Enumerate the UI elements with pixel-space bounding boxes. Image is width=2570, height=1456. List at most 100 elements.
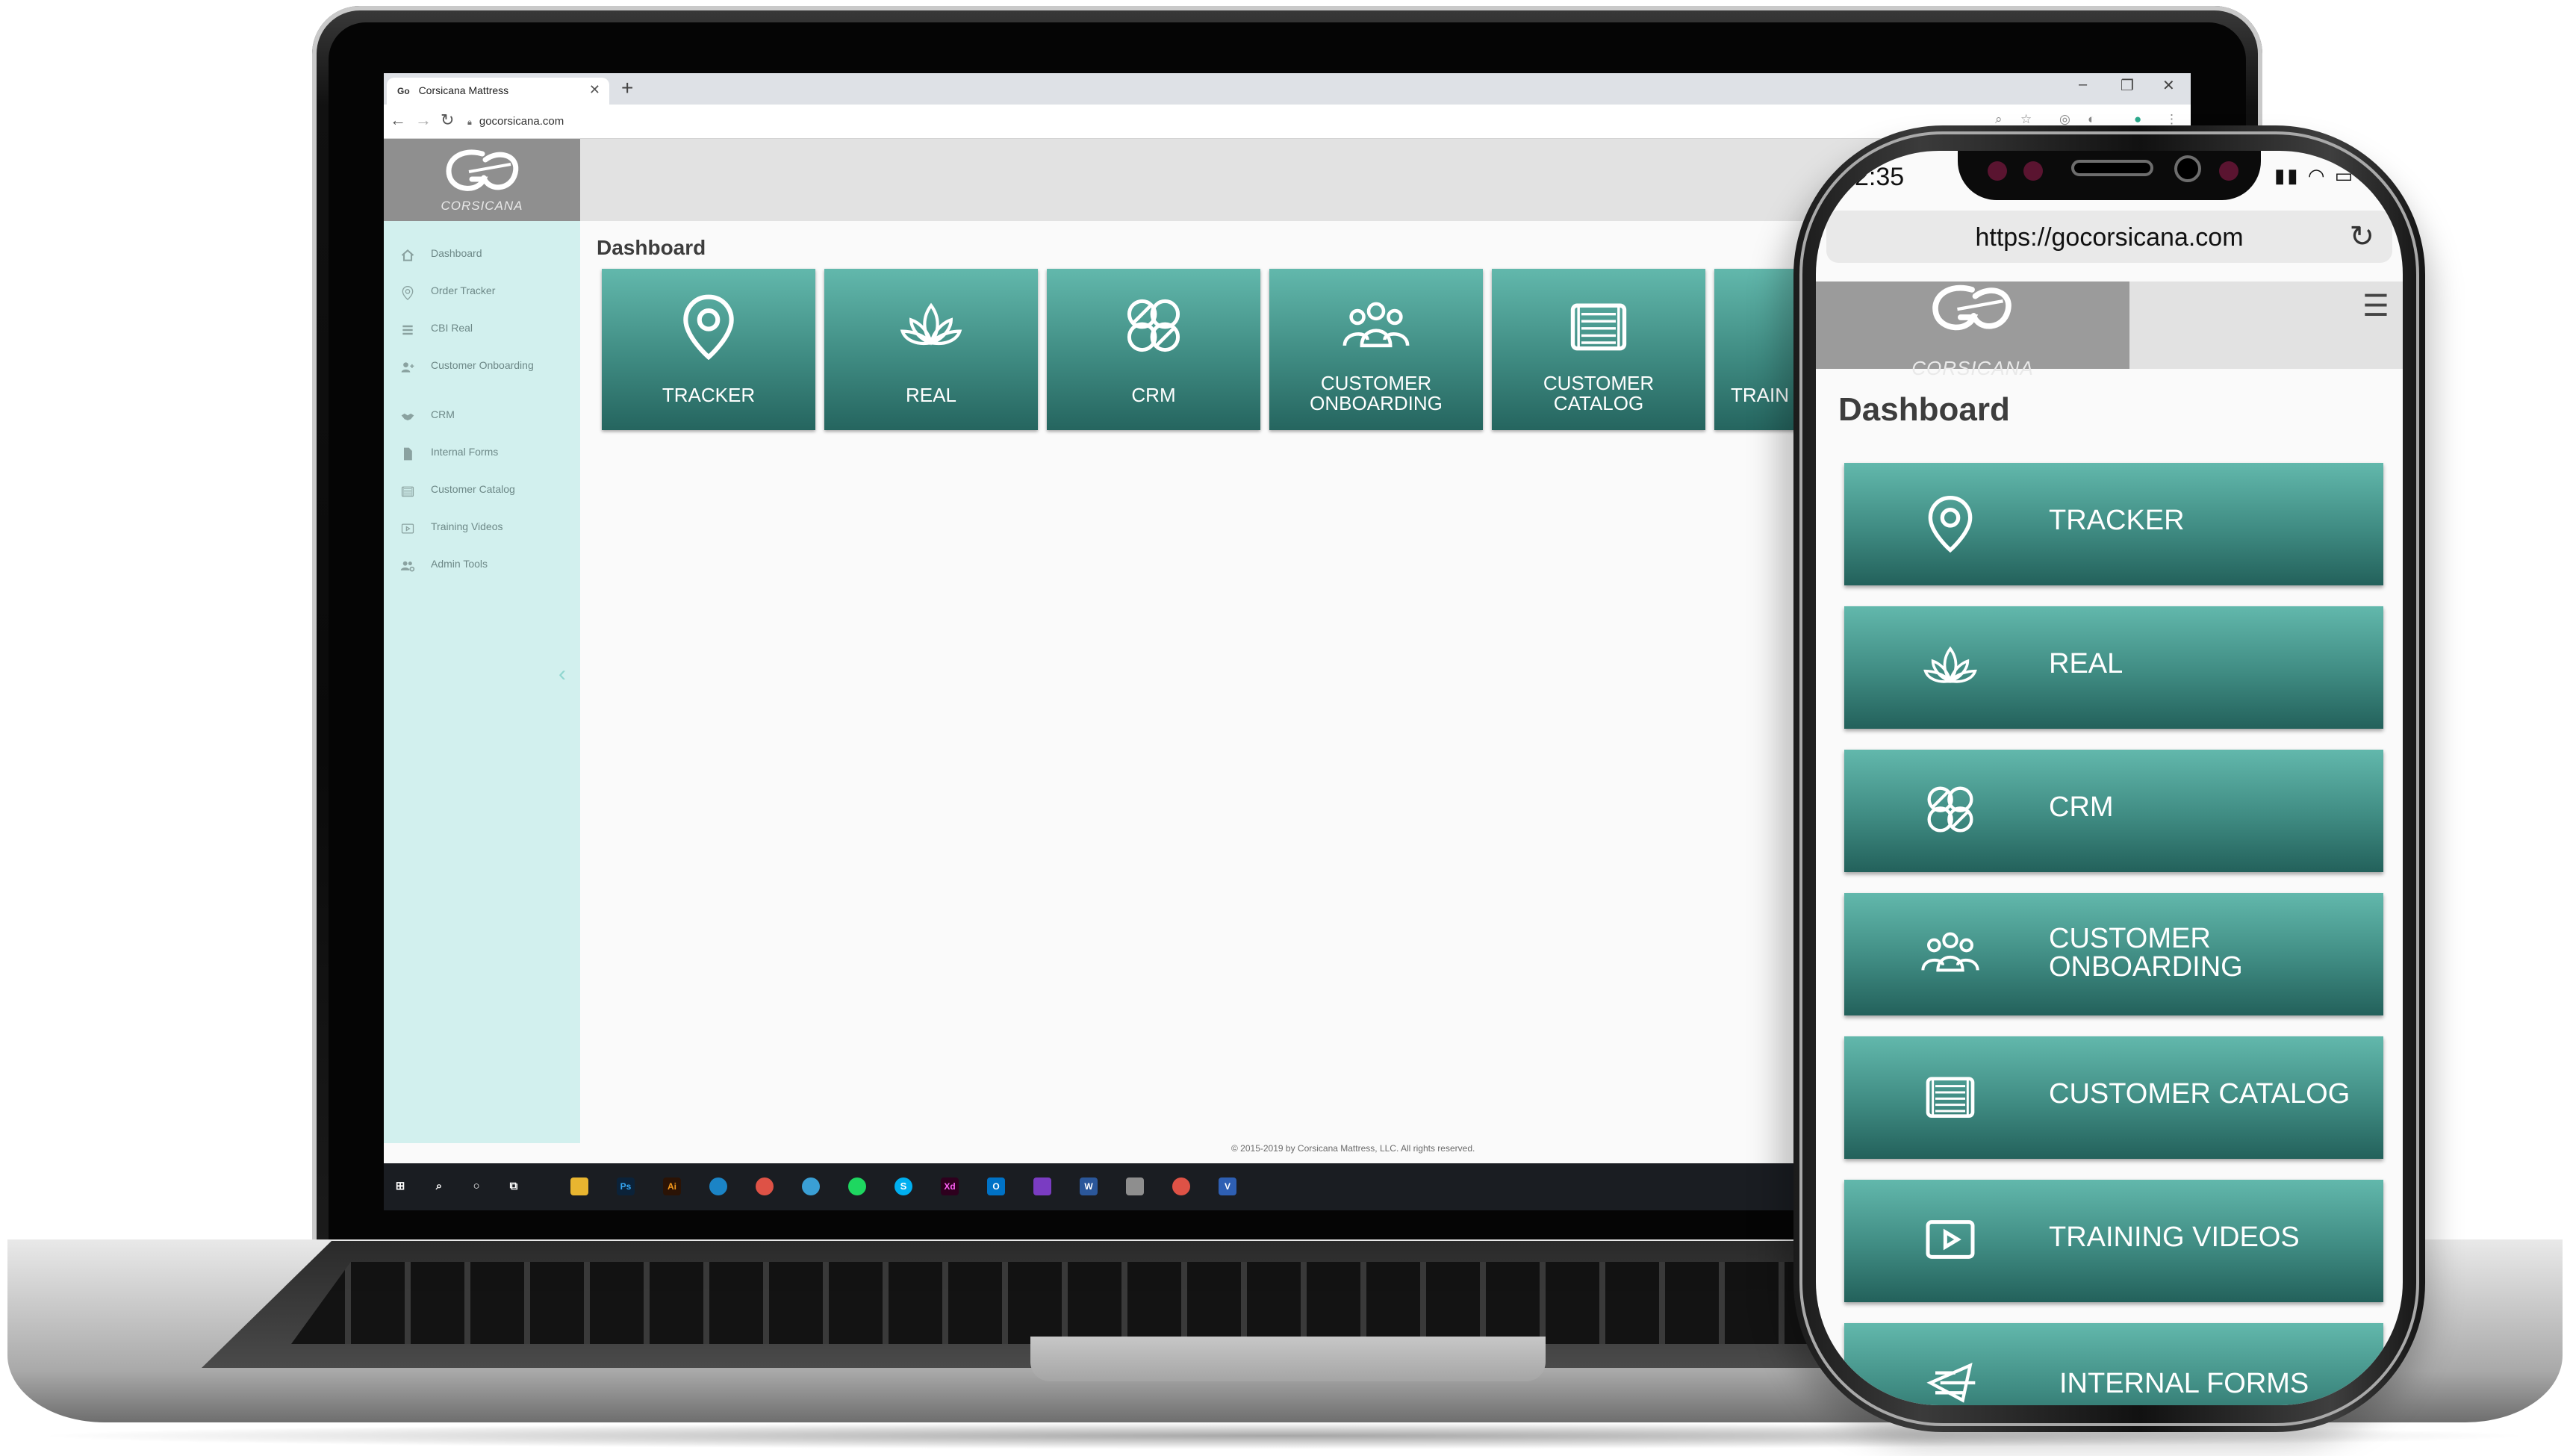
phone-url-bar[interactable]: https://gocorsicana.com ↻	[1826, 211, 2392, 263]
spotify-icon[interactable]	[848, 1177, 866, 1195]
sidebar-item-training-videos[interactable]: Training Videos	[384, 512, 580, 545]
crm-circles-icon	[1927, 786, 1973, 833]
phone-status-icons: ▮▮ ◠ ▭	[2274, 164, 2356, 187]
phone-url-text: https://gocorsicana.com	[1975, 223, 2244, 252]
sidebar-item-label: Internal Forms	[431, 446, 499, 458]
user-plus-icon	[399, 360, 417, 379]
phone-tile-customer-onboarding[interactable]: CUSTOMER ONBOARDING	[1844, 893, 2383, 1015]
phone-screen: 2:35 ▮▮ ◠ ▭ https://gocorsicana.com ↻ CO…	[1816, 151, 2403, 1405]
phone-tile-crm[interactable]: CRM	[1844, 750, 2383, 872]
sidebar-item-label: CRM	[431, 408, 455, 420]
logo[interactable]: CORSICANA	[384, 139, 580, 221]
outlook-icon[interactable]: O	[987, 1177, 1005, 1195]
tile-customer-onboarding[interactable]: CUSTOMER ONBOARDING	[1269, 269, 1483, 430]
phone-logo-text: CORSICANA	[1911, 357, 2034, 379]
back-icon[interactable]: ←	[390, 111, 406, 130]
reload-icon[interactable]: ↻	[2349, 220, 2374, 254]
collapse-sidebar-icon[interactable]: ‹	[559, 662, 566, 687]
file-icon	[399, 447, 417, 465]
sidebar-item-label: CBI Real	[431, 322, 473, 334]
chrome-icon[interactable]	[756, 1177, 774, 1195]
tile-real[interactable]: REAL	[824, 269, 1038, 430]
zoom-icon[interactable]: ⌕	[1995, 112, 2003, 127]
tile-label: CUSTOMER CATALOG	[1543, 372, 1655, 414]
minimize-icon[interactable]: –	[2079, 76, 2087, 93]
sidebar-item-label: Dashboard	[431, 247, 482, 259]
sidebar-item-customer-onboarding[interactable]: Customer Onboarding	[384, 351, 580, 384]
logo-text: CORSICANA	[441, 199, 523, 213]
star-icon[interactable]: ☆	[2020, 112, 2032, 127]
map-pin-icon	[399, 285, 417, 304]
more-menu-icon[interactable]: ⋮	[2165, 112, 2178, 127]
tile-crm[interactable]: CRM	[1047, 269, 1260, 430]
url-text: gocorsicana.com	[479, 115, 564, 128]
phone-tile-tracker[interactable]: TRACKER	[1844, 463, 2383, 585]
tile-label: CRM	[1131, 384, 1176, 406]
sidebar: CORSICANA Dashboard Order Tracker CBI Real…	[384, 139, 580, 1143]
browser-tab-bar: Go Corsicana Mattress ✕ + – ❐ ✕	[384, 73, 2191, 105]
reload-icon[interactable]: ↻	[441, 111, 454, 130]
sensor-dot	[2023, 161, 2043, 181]
app2-icon[interactable]	[1033, 1177, 1051, 1195]
phone-tile-label: CUSTOMER CATALOG	[2049, 1078, 2350, 1110]
phone-tile-internal-forms[interactable]: INTERNAL FORMS	[1844, 1323, 2383, 1405]
phone-tile-real[interactable]: REAL	[1844, 606, 2383, 729]
extension-icon[interactable]: ◎	[2059, 112, 2070, 127]
phone-tile-training-videos[interactable]: TRAINING VIDEOS	[1844, 1180, 2383, 1302]
phone-tile-customer-catalog[interactable]: CUSTOMER CATALOG	[1844, 1036, 2383, 1159]
profile-icon[interactable]: ●	[2134, 112, 2141, 127]
sidebar-item-cbi-real[interactable]: CBI Real	[384, 314, 580, 346]
word-icon[interactable]: W	[1080, 1177, 1098, 1195]
maximize-icon[interactable]: ❐	[2121, 76, 2134, 95]
extension2-icon[interactable]: ◐	[2088, 112, 2095, 127]
video-icon	[1926, 1220, 1975, 1259]
sidebar-item-customer-catalog[interactable]: Customer Catalog	[384, 475, 580, 508]
sensor-dot	[2219, 161, 2238, 181]
visio-icon[interactable]: V	[1219, 1177, 1236, 1195]
tile-tracker[interactable]: TRACKER	[602, 269, 815, 430]
camera-icon	[2174, 155, 2201, 182]
hamburger-menu-icon[interactable]: ☰	[2362, 289, 2389, 323]
catalog-icon	[1570, 303, 1627, 351]
chrome2-icon[interactable]	[1172, 1177, 1190, 1195]
sidebar-item-internal-forms[interactable]: Internal Forms	[384, 438, 580, 470]
url-field[interactable]: 🔒︎ gocorsicana.com	[467, 111, 1961, 133]
skype-icon[interactable]: S	[894, 1177, 912, 1195]
video-icon	[399, 521, 417, 540]
sidebar-item-admin-tools[interactable]: Admin Tools	[384, 550, 580, 582]
task-view-icon[interactable]: ⧉	[505, 1177, 523, 1195]
sidebar-item-dashboard[interactable]: Dashboard	[384, 239, 580, 272]
tab-title: Corsicana Mattress	[418, 84, 509, 96]
browser-tab[interactable]: Go Corsicana Mattress ✕	[387, 78, 609, 105]
search-icon[interactable]: ⌕	[430, 1177, 448, 1195]
corsicana-logo-icon	[1932, 284, 2011, 331]
windows-start-icon[interactable]: ⊞	[391, 1177, 409, 1195]
tile-customer-catalog[interactable]: CUSTOMER CATALOG	[1492, 269, 1705, 430]
sidebar-item-crm[interactable]: CRM	[384, 400, 580, 433]
close-tab-icon[interactable]: ✕	[589, 82, 600, 98]
cortana-icon[interactable]: ○	[467, 1177, 485, 1195]
phone-logo[interactable]	[1816, 281, 2129, 369]
adobe-xd-icon[interactable]: Xd	[941, 1177, 959, 1195]
device-mockup: Go Corsicana Mattress ✕ + – ❐ ✕ ← → ↻ 🔒︎…	[0, 0, 2570, 1456]
photoshop-icon[interactable]: Ps	[617, 1177, 635, 1195]
users-gear-icon	[399, 559, 417, 577]
app3-icon[interactable]	[1126, 1177, 1144, 1195]
forward-icon[interactable]: →	[415, 111, 432, 130]
file-explorer-icon[interactable]	[570, 1177, 588, 1195]
phone-tile-label: CRM	[2049, 791, 2114, 823]
new-tab-icon[interactable]: +	[621, 76, 633, 100]
list-icon	[399, 323, 417, 341]
map-pin-icon	[1928, 495, 1973, 553]
lotus-icon	[900, 302, 962, 346]
close-window-icon[interactable]: ✕	[2162, 76, 2175, 95]
illustrator-icon[interactable]: Ai	[663, 1177, 681, 1195]
map-pin-icon	[683, 294, 734, 360]
catalog-icon	[399, 484, 417, 503]
app-icon[interactable]	[802, 1177, 820, 1195]
phone-tile-label: CUSTOMER ONBOARDING	[2049, 923, 2243, 983]
lotus-icon	[1923, 646, 1977, 684]
corsicana-logo-icon	[446, 149, 519, 191]
sidebar-item-order-tracker[interactable]: Order Tracker	[384, 276, 580, 309]
browser-globe-icon[interactable]	[709, 1177, 727, 1195]
